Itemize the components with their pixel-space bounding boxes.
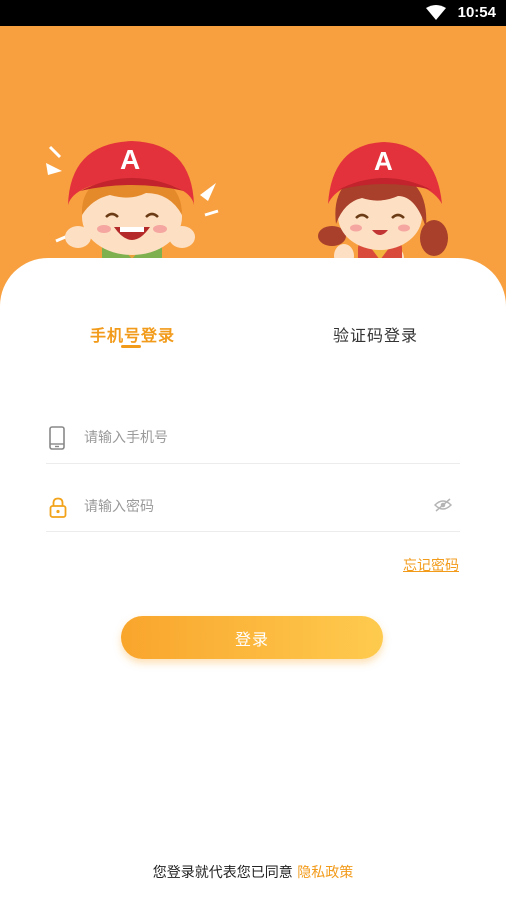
boy-character-illustration: A [46, 141, 219, 270]
svg-text:A: A [374, 146, 393, 176]
phone-input[interactable] [84, 423, 414, 453]
wifi-icon [426, 5, 446, 20]
phone-field-row [46, 413, 460, 463]
agreement-text: 您登录就代表您已同意 [152, 865, 293, 881]
privacy-agreement: 您登录就代表您已同意 隐私政策 [0, 862, 506, 882]
girl-character-illustration: A [318, 142, 448, 269]
password-divider [46, 531, 460, 532]
login-button[interactable]: 登录 [121, 616, 383, 659]
login-card [0, 258, 506, 900]
password-input[interactable] [84, 492, 414, 522]
tab-code-login[interactable]: 验证码登录 [333, 322, 418, 346]
active-tab-indicator [121, 345, 141, 348]
lock-icon [49, 497, 67, 518]
svg-text:A: A [120, 144, 140, 175]
privacy-policy-link[interactable]: 隐私政策 [297, 865, 353, 881]
status-bar: 10:54 [0, 0, 506, 26]
tab-phone-login[interactable]: 手机号登录 [90, 322, 175, 346]
phone-icon [49, 426, 65, 450]
eye-hidden-icon[interactable] [434, 498, 452, 512]
status-time: 10:54 [457, 4, 496, 21]
phone-divider [46, 463, 460, 464]
forgot-password-link[interactable]: 忘记密码 [403, 555, 459, 575]
password-field-row [46, 482, 460, 532]
